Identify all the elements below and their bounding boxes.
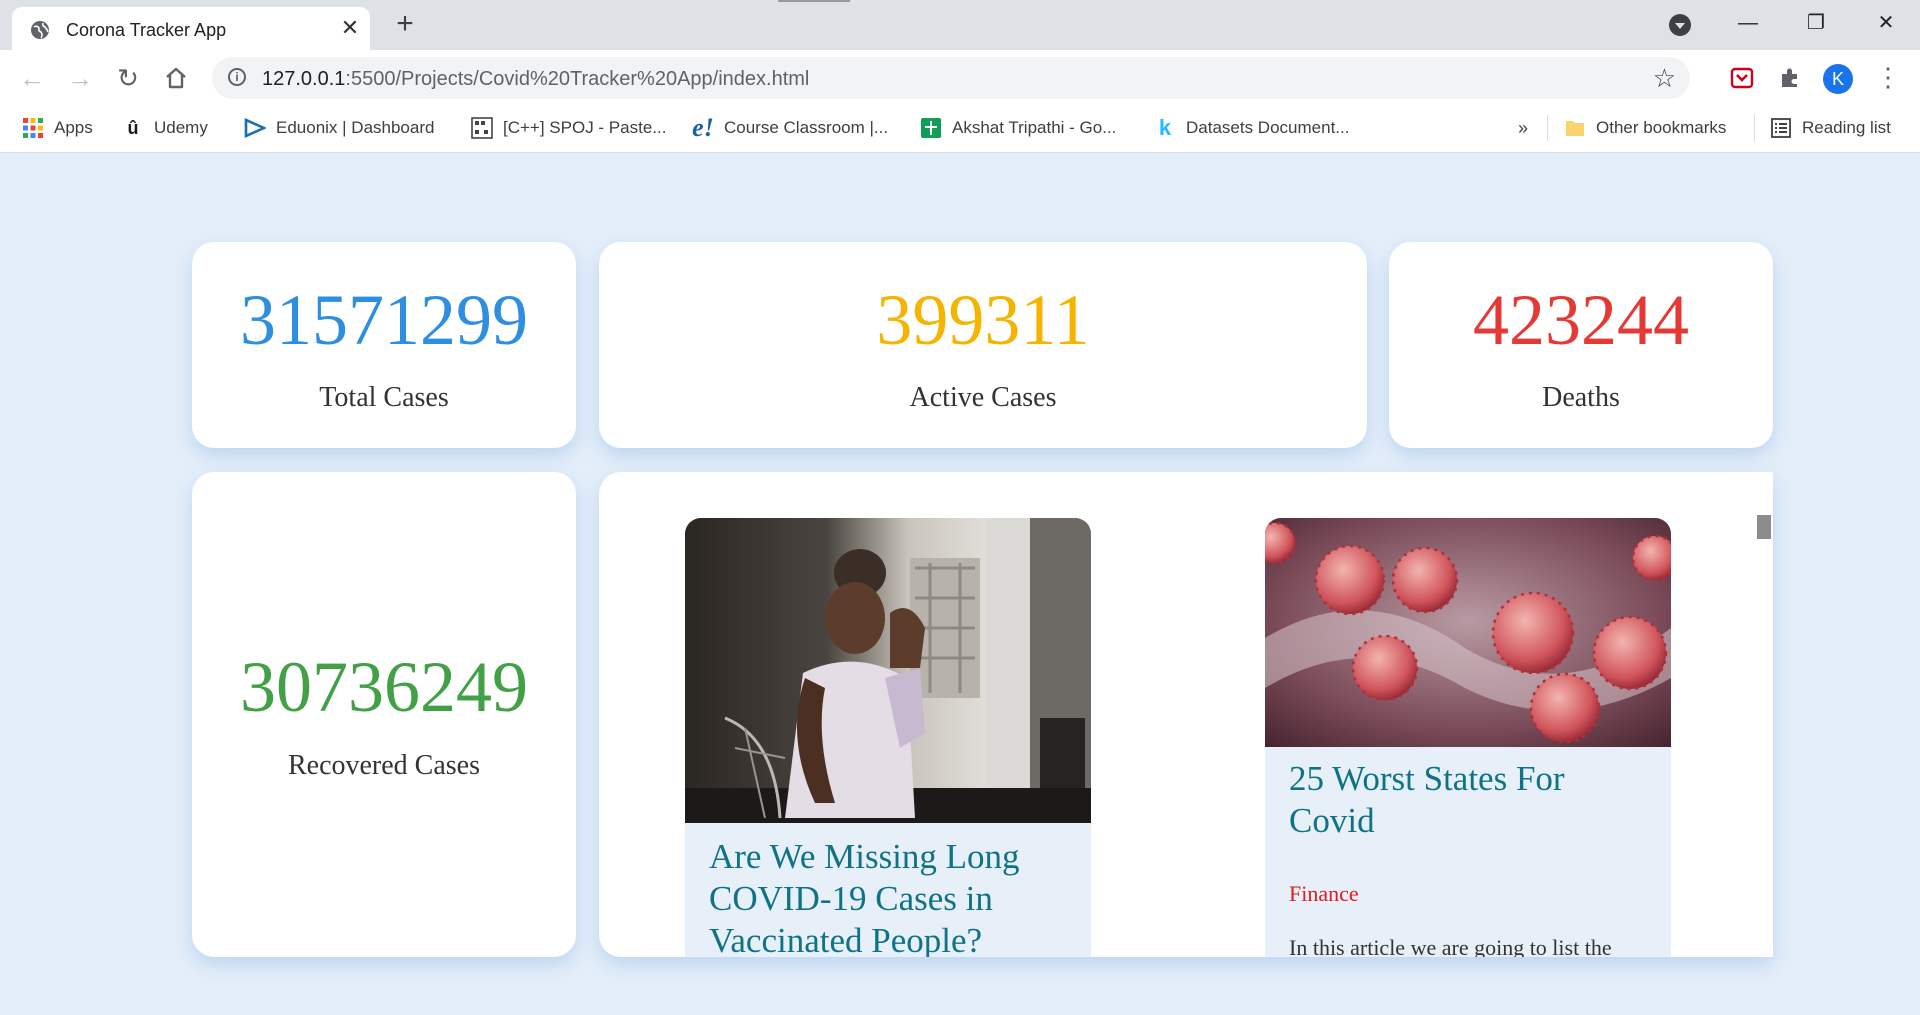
news-title[interactable]: Are We Missing Long COVID-19 Cases in Va… bbox=[709, 836, 1071, 957]
deaths-label: Deaths bbox=[1542, 382, 1620, 413]
recovered-cases-value: 30736249 bbox=[240, 647, 528, 727]
browser-toolbar: ← → ↻ i 127.0.0.1:5500/Projects/Covid%20… bbox=[0, 50, 1920, 106]
bookmarks-bar: Apps û Udemy Eduonix | Dashboard [C++] S… bbox=[0, 106, 1920, 153]
active-cases-card: 399311 Active Cases bbox=[599, 242, 1367, 448]
url-host: 127.0.0.1 bbox=[262, 68, 346, 90]
window-drag-indicator bbox=[778, 0, 850, 2]
udemy-icon: û bbox=[127, 117, 139, 138]
home-icon[interactable] bbox=[162, 64, 190, 92]
bookmark-classroom[interactable]: e! Course Classroom |... bbox=[692, 113, 889, 142]
bookmarks-divider bbox=[1754, 115, 1755, 141]
tab-title: Corona Tracker App bbox=[66, 20, 227, 40]
woman-holding-head-photo bbox=[685, 518, 1091, 823]
news-card[interactable]: 25 Worst States For Covid Finance In thi… bbox=[1265, 518, 1671, 957]
deaths-card: 423244 Deaths bbox=[1389, 242, 1773, 448]
bookmark-label: [C++] SPOJ - Paste... bbox=[503, 118, 667, 137]
bookmark-eduonix[interactable]: Eduonix | Dashboard bbox=[244, 115, 434, 141]
apps-grid-icon bbox=[23, 118, 43, 138]
site-info-icon[interactable]: i bbox=[228, 68, 246, 86]
bookmark-label: Datasets Document... bbox=[1186, 118, 1350, 137]
profile-avatar[interactable]: K bbox=[1823, 64, 1853, 94]
news-panel[interactable]: Are We Missing Long COVID-19 Cases in Va… bbox=[599, 472, 1773, 957]
bookmark-star-icon[interactable]: ☆ bbox=[1653, 63, 1676, 94]
bookmark-spoj[interactable]: [C++] SPOJ - Paste... bbox=[471, 115, 666, 141]
url-path: :5500/Projects/Covid%20Tracker%20App/ind… bbox=[345, 68, 810, 90]
close-window-button[interactable]: ✕ bbox=[1866, 8, 1906, 38]
recovered-cases-card: 30736249 Recovered Cases bbox=[192, 472, 576, 957]
other-bookmarks-folder[interactable]: Other bookmarks bbox=[1564, 115, 1726, 141]
bookmark-label: Other bookmarks bbox=[1596, 118, 1727, 137]
extensions-puzzle-icon[interactable] bbox=[1778, 66, 1802, 90]
recovered-cases-label: Recovered Cases bbox=[287, 750, 481, 781]
bookmarks-overflow-chevron[interactable]: » bbox=[1518, 115, 1528, 141]
reload-icon[interactable]: ↻ bbox=[114, 64, 142, 92]
bookmark-label: Akshat Tripathi - Go... bbox=[952, 118, 1117, 137]
total-cases-label: Total Cases bbox=[319, 382, 449, 413]
classroom-icon: e! bbox=[692, 113, 714, 142]
address-bar[interactable]: i 127.0.0.1:5500/Projects/Covid%20Tracke… bbox=[212, 57, 1690, 99]
scrollbar-thumb[interactable] bbox=[1757, 515, 1771, 539]
globe-icon bbox=[31, 21, 49, 39]
pocket-extension-icon[interactable] bbox=[1730, 66, 1754, 90]
minimize-button[interactable]: — bbox=[1728, 8, 1768, 38]
coronavirus-particles-photo bbox=[1265, 518, 1671, 747]
bookmark-label: Eduonix | Dashboard bbox=[276, 118, 435, 137]
spoj-icon bbox=[471, 117, 493, 139]
active-cases-label: Active Cases bbox=[909, 382, 1057, 413]
news-title[interactable]: 25 Worst States For Covid bbox=[1289, 758, 1651, 842]
bookmark-label: Reading list bbox=[1802, 118, 1891, 137]
folder-icon bbox=[1566, 121, 1584, 136]
sheets-icon bbox=[921, 118, 941, 138]
menu-kebab-icon[interactable]: ⋮ bbox=[1875, 62, 1901, 94]
bookmark-label: Apps bbox=[54, 118, 93, 137]
bookmark-apps[interactable]: Apps bbox=[22, 115, 93, 141]
bookmark-label: Course Classroom |... bbox=[724, 118, 889, 137]
new-tab-button[interactable]: + bbox=[390, 9, 420, 40]
browser-tab[interactable]: Corona Tracker App ✕ bbox=[12, 7, 370, 50]
bookmark-kaggle[interactable]: k Datasets Document... bbox=[1154, 115, 1350, 141]
total-cases-card: 31571299 Total Cases bbox=[192, 242, 576, 448]
restore-button[interactable]: ❐ bbox=[1796, 8, 1836, 38]
active-cases-value: 399311 bbox=[876, 280, 1090, 360]
bookmark-label: Udemy bbox=[154, 118, 208, 137]
eduonix-icon bbox=[244, 117, 266, 139]
deaths-value: 423244 bbox=[1473, 280, 1689, 360]
tab-strip: Corona Tracker App ✕ + — ❐ ✕ bbox=[0, 0, 1920, 50]
total-cases-value: 31571299 bbox=[240, 280, 528, 360]
news-category: Finance bbox=[1289, 881, 1359, 906]
news-card[interactable]: Are We Missing Long COVID-19 Cases in Va… bbox=[685, 518, 1091, 957]
reading-list-icon bbox=[1771, 118, 1791, 138]
kaggle-icon: k bbox=[1158, 115, 1172, 140]
bookmark-udemy[interactable]: û Udemy bbox=[122, 115, 208, 141]
bookmarks-divider bbox=[1547, 115, 1548, 141]
tab-close-icon[interactable]: ✕ bbox=[339, 17, 361, 39]
bookmark-sheets[interactable]: Akshat Tripathi - Go... bbox=[920, 115, 1116, 141]
back-arrow-icon[interactable]: ← bbox=[18, 64, 46, 92]
forward-arrow-icon[interactable]: → bbox=[66, 64, 94, 92]
tab-search-icon[interactable] bbox=[1669, 14, 1691, 36]
news-description: In this article we are going to list the bbox=[1289, 935, 1612, 957]
url-text[interactable]: 127.0.0.1:5500/Projects/Covid%20Tracker%… bbox=[262, 68, 809, 91]
reading-list-button[interactable]: Reading list bbox=[1770, 115, 1891, 141]
